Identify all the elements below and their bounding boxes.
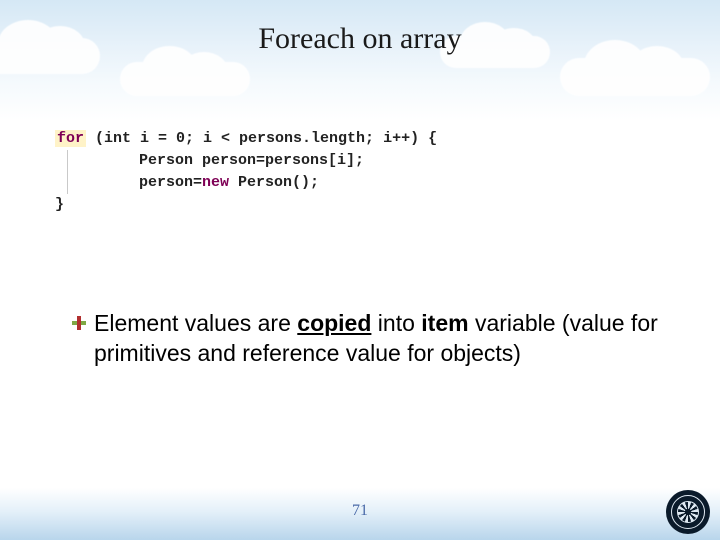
cloud-decoration [560, 58, 710, 96]
code-line-2: Person person=persons[i]; [139, 150, 364, 172]
keyword-for: for [55, 130, 86, 147]
slide-title: Foreach on array [0, 0, 720, 56]
bullet-text-item: item [421, 310, 468, 336]
bullet-text-copied: copied [297, 310, 371, 336]
code-snippet: for (int i = 0; i < persons.length; i++)… [55, 128, 437, 216]
keyword-new: new [202, 174, 229, 191]
gear-icon [677, 501, 699, 523]
page-number: 71 [0, 502, 720, 520]
bullet-text-mid: into [371, 310, 421, 336]
code-line-3b: Person(); [229, 174, 319, 191]
bullet-text: Element values are copied into item vari… [94, 308, 664, 368]
university-logo [666, 490, 710, 534]
cloud-decoration [120, 62, 250, 96]
bullet-text-pre: Element values are [94, 310, 297, 336]
plus-bullet-icon [72, 316, 86, 330]
code-line-3a: person= [139, 174, 202, 191]
code-close-brace: } [55, 194, 437, 216]
code-gutter-line [67, 150, 81, 194]
code-line-1: (int i = 0; i < persons.length; i++) { [86, 130, 437, 147]
body-text-area: Element values are copied into item vari… [72, 308, 664, 368]
